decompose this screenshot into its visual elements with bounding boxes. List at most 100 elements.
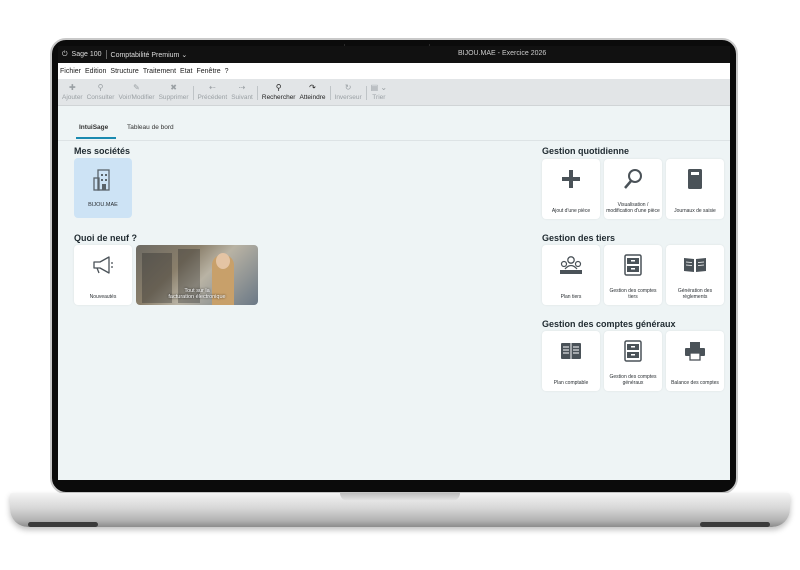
search-icon: ⚲ bbox=[97, 83, 104, 92]
gestion-quotidienne-title: Gestion quotidienne bbox=[542, 146, 629, 156]
ajouter-button[interactable]: ✚ Ajouter bbox=[60, 83, 85, 105]
company-label: BIJOU.MAE bbox=[88, 202, 118, 208]
app-name: Sage 100 bbox=[71, 51, 102, 58]
suivant-label: Suivant bbox=[231, 94, 253, 101]
rechercher-label: Rechercher bbox=[261, 94, 296, 101]
users-icon bbox=[560, 256, 582, 274]
plus-icon: ✚ bbox=[68, 83, 76, 92]
nouveautes-card[interactable]: Nouveautés bbox=[74, 245, 132, 305]
menu-fenetre[interactable]: Fenêtre bbox=[196, 68, 220, 75]
title-separator bbox=[105, 50, 107, 59]
trier-label: Trier bbox=[372, 94, 386, 101]
laptop-foot-right bbox=[700, 522, 770, 527]
building-icon bbox=[93, 169, 110, 191]
reglements-card[interactable]: Génération des règlements bbox=[666, 245, 724, 305]
sage-logo-icon[interactable]: ⏻ bbox=[62, 51, 68, 59]
arrow-left-icon: ⇠ bbox=[209, 83, 216, 92]
precedent-button[interactable]: ⇠ Précédent bbox=[196, 83, 230, 105]
toolbar: ✚ Ajouter ⚲ Consulter ✎ Voir/Modifier ✖ Supp… bbox=[58, 79, 730, 106]
ajout-piece-card[interactable]: Ajout d'une pièce bbox=[542, 159, 600, 219]
voir-modifier-button[interactable]: ✎ Voir/Modifier bbox=[116, 83, 156, 105]
gestion-comptes-title: Gestion des comptes généraux bbox=[542, 319, 676, 329]
inverseur-button[interactable]: ↻ Inverseur bbox=[333, 83, 364, 105]
nouveautes-label: Nouveautés bbox=[89, 294, 117, 300]
search-icon: ⚲ bbox=[275, 83, 282, 92]
product-label: Comptabilité Premium bbox=[110, 51, 180, 59]
supprimer-button[interactable]: ✖ Supprimer bbox=[157, 83, 191, 105]
quoi-de-neuf-title: Quoi de neuf ? bbox=[74, 233, 137, 243]
menu-bar: Fichier Edition Structure Traitement Eta… bbox=[58, 63, 730, 79]
chevron-down-icon: ⌄ bbox=[181, 51, 188, 59]
title-bar: ⏻ Sage 100 Comptabilité Premium ⌄ BIJOU.… bbox=[58, 46, 730, 63]
visualisation-piece-label: Visualisation / modification d'une pièce bbox=[606, 202, 660, 214]
cabinet-icon bbox=[624, 340, 642, 362]
consulter-label: Consulter bbox=[86, 94, 115, 101]
book-icon bbox=[688, 169, 702, 189]
gestion-tiers-title: Gestion des tiers bbox=[542, 233, 616, 243]
atteindre-button[interactable]: ↷ Atteindre bbox=[297, 83, 327, 105]
comptes-tiers-label: Gestion des comptes tiers bbox=[609, 288, 657, 300]
reglements-label: Génération des règlements bbox=[677, 288, 713, 300]
journaux-saisie-label: Journaux de saisie bbox=[674, 208, 716, 214]
printer-icon bbox=[685, 342, 705, 361]
comptes-tiers-card[interactable]: Gestion des comptes tiers bbox=[604, 245, 662, 305]
toolbar-separator bbox=[256, 86, 258, 100]
toolbar-separator bbox=[365, 86, 367, 100]
sort-icon: ▤ ⌄ bbox=[370, 83, 388, 92]
voir-modifier-label: Voir/Modifier bbox=[118, 94, 155, 101]
goto-icon: ↷ bbox=[309, 83, 316, 92]
tab-tableau-de-bord[interactable]: Tableau de bord bbox=[127, 124, 174, 131]
menu-structure[interactable]: Structure bbox=[110, 68, 138, 75]
company-card[interactable]: BIJOU.MAE bbox=[74, 158, 132, 218]
promo-text: Tout sur la facturation électronique bbox=[136, 288, 258, 300]
plan-tiers-label: Plan tiers bbox=[560, 294, 582, 300]
open-book-icon bbox=[684, 258, 706, 272]
delete-icon: ✖ bbox=[170, 83, 177, 92]
menu-edition[interactable]: Edition bbox=[85, 68, 106, 75]
laptop-groove bbox=[340, 493, 460, 501]
visualisation-piece-card[interactable]: Visualisation / modification d'une pièce bbox=[604, 159, 662, 219]
ajout-piece-label: Ajout d'une pièce bbox=[551, 208, 591, 214]
toolbar-separator bbox=[192, 86, 194, 100]
plan-tiers-card[interactable]: Plan tiers bbox=[542, 245, 600, 305]
ajouter-label: Ajouter bbox=[62, 94, 83, 101]
trier-button[interactable]: ▤ ⌄ Trier bbox=[369, 83, 389, 105]
promo-line-2: facturation électronique bbox=[168, 294, 226, 300]
menu-help[interactable]: ? bbox=[225, 68, 229, 75]
app-window: ⏻ Sage 100 Comptabilité Premium ⌄ BIJOU.… bbox=[58, 46, 730, 480]
consulter-button[interactable]: ⚲ Consulter bbox=[85, 83, 117, 105]
rechercher-button[interactable]: ⚲ Rechercher bbox=[260, 83, 298, 105]
tab-bar: IntuiSage Tableau de bord bbox=[58, 106, 730, 141]
menu-etat[interactable]: Etat bbox=[180, 68, 192, 75]
active-tab-indicator bbox=[76, 137, 116, 139]
cabinet-icon bbox=[624, 254, 642, 276]
journaux-saisie-card[interactable]: Journaux de saisie bbox=[666, 159, 724, 219]
suivant-button[interactable]: ⇢ Suivant bbox=[229, 83, 255, 105]
megaphone-icon bbox=[93, 256, 113, 274]
mes-societes-title: Mes sociétés bbox=[74, 146, 131, 156]
menu-traitement[interactable]: Traitement bbox=[143, 68, 176, 75]
pencil-icon: ✎ bbox=[133, 83, 140, 92]
laptop-foot-left bbox=[28, 522, 98, 527]
toolbar-separator bbox=[329, 86, 331, 100]
refresh-icon: ↻ bbox=[344, 83, 352, 92]
supprimer-label: Supprimer bbox=[158, 94, 189, 101]
plan-comptable-label: Plan comptable bbox=[553, 380, 589, 386]
product-selector[interactable]: Comptabilité Premium ⌄ bbox=[111, 51, 188, 59]
plan-comptable-card[interactable]: Plan comptable bbox=[542, 331, 600, 391]
facturation-electronique-banner[interactable]: Tout sur la facturation électronique bbox=[136, 245, 258, 305]
inverseur-label: Inverseur bbox=[334, 94, 362, 101]
comptes-generaux-card[interactable]: Gestion des comptes généraux bbox=[604, 331, 662, 391]
search-icon bbox=[624, 169, 642, 189]
ledger-icon bbox=[561, 343, 581, 359]
person-face-shape bbox=[216, 253, 230, 269]
menu-fichier[interactable]: Fichier bbox=[60, 68, 81, 75]
plus-icon bbox=[562, 170, 580, 188]
tab-intuisage[interactable]: IntuiSage bbox=[79, 124, 108, 131]
balance-comptes-card[interactable]: Balance des comptes bbox=[666, 331, 724, 391]
comptes-generaux-label: Gestion des comptes généraux bbox=[609, 374, 657, 386]
balance-comptes-label: Balance des comptes bbox=[671, 380, 719, 386]
window-title: BIJOU.MAE - Exercice 2026 bbox=[458, 50, 547, 57]
precedent-label: Précédent bbox=[197, 94, 228, 101]
arrow-right-icon: ⇢ bbox=[238, 83, 246, 92]
